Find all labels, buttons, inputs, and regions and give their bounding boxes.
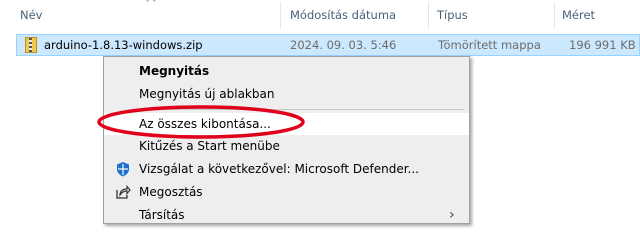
sort-ascending-icon: ^ [143, 0, 159, 10]
menu-item-label: Megnyitás új ablakban [139, 87, 275, 101]
file-row-selected[interactable]: arduino-1.8.13-windows.zip 2024. 09. 03.… [16, 34, 640, 56]
column-header-type[interactable]: Típus [437, 0, 468, 30]
menu-item-label: Megosztás [139, 185, 203, 199]
column-header-name[interactable]: Név [20, 0, 42, 30]
share-icon [116, 184, 131, 199]
context-menu: Megnyitás Megnyitás új ablakban Az össze… [103, 56, 470, 224]
menu-item-share[interactable]: Megosztás [104, 181, 469, 203]
menu-item-open-with[interactable]: Társítás › [104, 204, 469, 226]
column-divider[interactable] [554, 2, 555, 28]
annotation-ellipse [97, 105, 305, 139]
file-type: Tömörített mappa [438, 38, 541, 52]
menu-item-open[interactable]: Megnyitás [104, 60, 469, 82]
file-name: arduino-1.8.13-windows.zip [44, 38, 203, 52]
menu-item-label: Társítás [139, 208, 185, 222]
defender-shield-icon [117, 162, 129, 177]
menu-item-label: Megnyitás [139, 64, 210, 78]
column-header-modified[interactable]: Módosítás dátuma [290, 0, 396, 30]
column-header-bar: Név ^ Módosítás dátuma Típus Méret [0, 0, 640, 30]
column-divider[interactable] [428, 2, 429, 28]
menu-item-scan-defender[interactable]: Vizsgálat a következővel: Microsoft Defe… [104, 158, 469, 180]
column-header-size[interactable]: Méret [562, 0, 595, 30]
file-size: 196 991 KB [569, 38, 636, 52]
zip-folder-icon [25, 37, 37, 53]
chevron-right-icon: › [449, 207, 455, 223]
column-divider[interactable] [280, 2, 281, 28]
file-modified: 2024. 09. 03. 5:46 [290, 38, 397, 52]
menu-item-label: Vizsgálat a következővel: Microsoft Defe… [139, 162, 419, 176]
menu-item-open-new-window[interactable]: Megnyitás új ablakban [104, 83, 469, 105]
